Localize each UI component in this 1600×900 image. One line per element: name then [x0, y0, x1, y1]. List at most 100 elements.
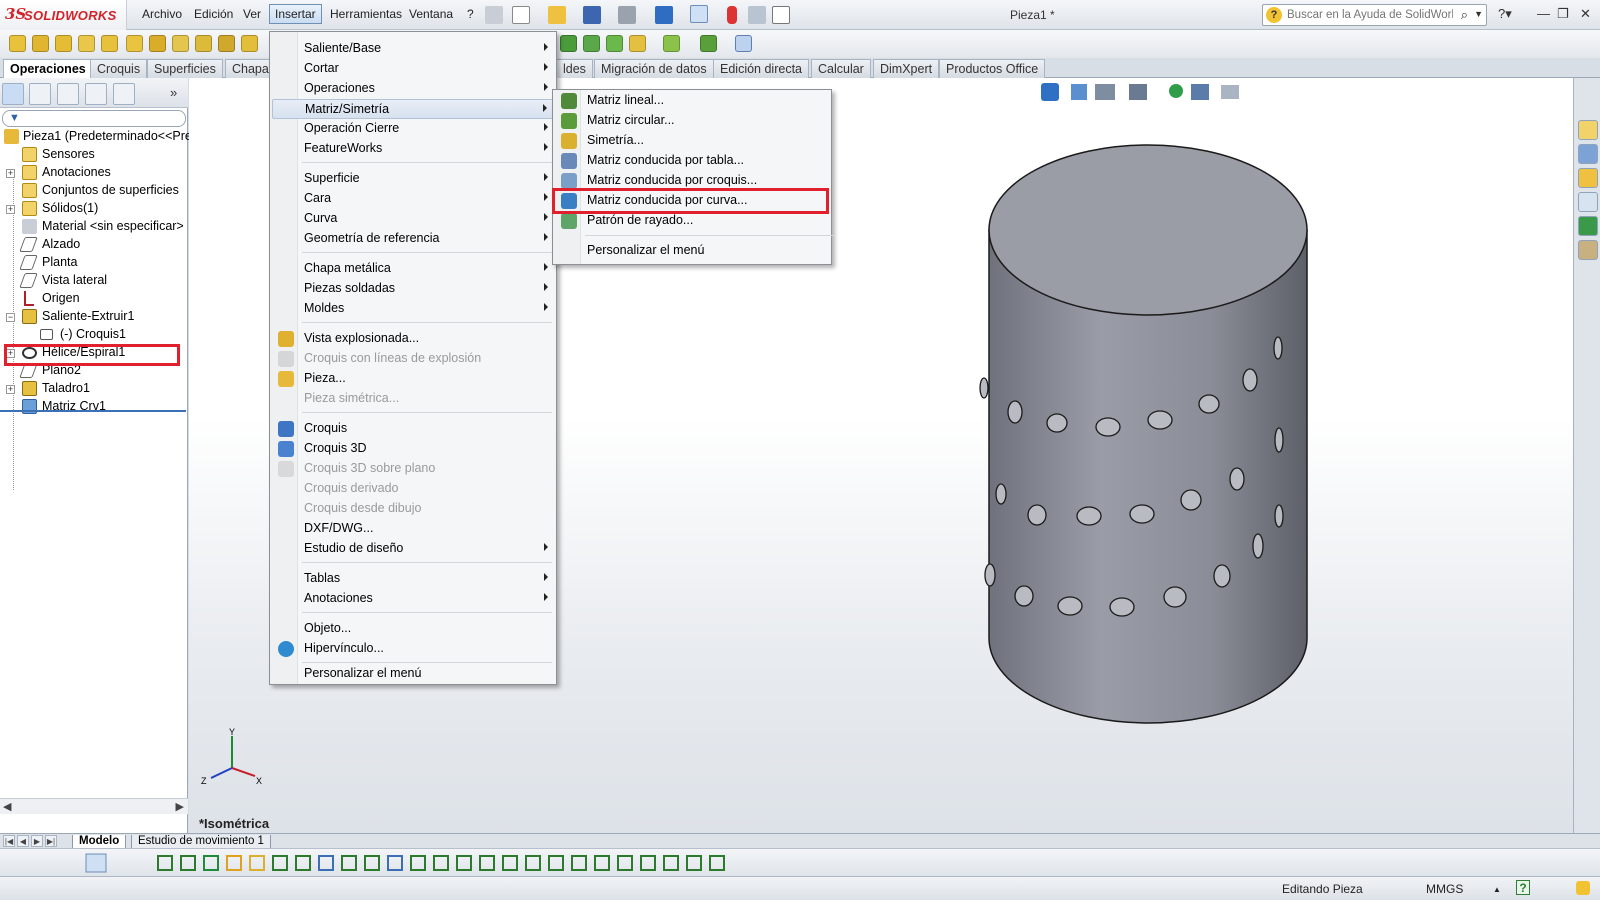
submenu-item-patron-rayado[interactable]: Patrón de rayado...: [555, 211, 829, 231]
revolved-cut-icon[interactable]: [172, 35, 189, 52]
tab-calcular[interactable]: Calcular: [811, 59, 871, 78]
fillet-icon[interactable]: [560, 35, 577, 52]
menu-item-operacion-cierre[interactable]: Operación Cierre: [272, 119, 554, 139]
scroll-right-icon[interactable]: ▶: [176, 800, 184, 813]
menu-item-anotaciones[interactable]: Anotaciones: [272, 589, 554, 609]
save-icon[interactable]: [583, 6, 601, 24]
print-icon[interactable]: [618, 6, 636, 24]
property-manager-tab-icon[interactable]: [29, 83, 51, 105]
magnifier-icon[interactable]: ⌕: [1461, 7, 1468, 23]
submenu-item-simetria[interactable]: Simetría...: [555, 131, 829, 151]
pin-icon[interactable]: [485, 6, 503, 24]
options-icon[interactable]: [748, 6, 766, 24]
expand-toggle[interactable]: +: [6, 385, 15, 394]
menu-item-geometria-referencia[interactable]: Geometría de referencia: [272, 229, 554, 249]
help-search-input[interactable]: [1285, 7, 1455, 23]
tab-superficies[interactable]: Superficies: [147, 59, 223, 78]
units-arrow-icon[interactable]: ▲: [1493, 885, 1501, 894]
notification-icon[interactable]: [1576, 881, 1590, 895]
lofted-boss-icon[interactable]: [78, 35, 95, 52]
menu-item-cara[interactable]: Cara: [272, 189, 554, 209]
menu-item-croquis-3d[interactable]: Croquis 3D: [272, 439, 554, 459]
submenu-item-matriz-lineal[interactable]: Matriz lineal...: [555, 91, 829, 111]
help-search-box[interactable]: ? ⌕ ▼: [1262, 4, 1487, 26]
traffic-light-icon[interactable]: [727, 6, 737, 24]
menu-item-featureworks[interactable]: FeatureWorks: [272, 139, 554, 159]
expand-toggle[interactable]: +: [6, 169, 15, 178]
undo-icon[interactable]: [655, 6, 673, 24]
prev-tab-icon[interactable]: ◀: [17, 835, 29, 847]
menu-item-pieza[interactable]: Pieza...: [272, 369, 554, 389]
close-icon[interactable]: ✕: [1580, 6, 1591, 22]
expand-panel-icon[interactable]: »: [170, 85, 177, 100]
solidworks-logo[interactable]: 3S SOLIDWORKS: [0, 0, 127, 30]
select-arrow-icon[interactable]: [690, 5, 708, 23]
scroll-left-icon[interactable]: ◀: [3, 800, 11, 813]
boundary-boss-icon[interactable]: [101, 35, 118, 52]
rib-icon[interactable]: [606, 35, 623, 52]
restore-icon[interactable]: ❐: [1557, 6, 1569, 22]
minimize-icon[interactable]: —: [1537, 6, 1550, 21]
tab-dimxpert[interactable]: DimXpert: [873, 59, 940, 78]
submenu-item-matriz-tabla[interactable]: Matriz conducida por tabla...: [555, 151, 829, 171]
display-manager-tab-icon[interactable]: [113, 83, 135, 105]
tab-estudio-movimiento[interactable]: Estudio de movimiento 1: [131, 835, 271, 849]
menu-item-estudio-diseno[interactable]: Estudio de diseño: [272, 539, 554, 559]
menu-edicion[interactable]: Edición: [191, 7, 236, 21]
revolved-boss-icon[interactable]: [32, 35, 49, 52]
menu-insertar[interactable]: Insertar: [269, 4, 322, 24]
tab-operaciones[interactable]: Operaciones: [3, 59, 93, 79]
tab-croquis[interactable]: Croquis: [90, 59, 148, 78]
units-display[interactable]: MMGS: [1426, 882, 1463, 896]
swept-boss-icon[interactable]: [55, 35, 72, 52]
hole-wizard-icon[interactable]: [149, 35, 166, 52]
tab-moldes[interactable]: ldes: [556, 59, 593, 78]
configuration-manager-tab-icon[interactable]: [57, 83, 79, 105]
chamfer-icon[interactable]: [583, 35, 600, 52]
last-tab-icon[interactable]: ▶|: [45, 835, 57, 847]
help-status-icon[interactable]: ?: [1516, 880, 1530, 895]
menu-ventana[interactable]: Ventana: [406, 7, 456, 21]
reference-geometry-icon[interactable]: [663, 35, 680, 52]
menu-item-personalizar[interactable]: Personalizar el menú: [272, 662, 554, 682]
menu-item-moldes[interactable]: Moldes: [272, 299, 554, 319]
menu-herramientas[interactable]: Herramientas: [327, 7, 405, 21]
menu-help[interactable]: ?: [464, 7, 477, 21]
lofted-cut-icon[interactable]: [218, 35, 235, 52]
menu-item-objeto[interactable]: Objeto...: [272, 619, 554, 639]
tree-horizontal-scrollbar[interactable]: ◀ ▶: [0, 798, 188, 814]
extruded-cut-icon[interactable]: [126, 35, 143, 52]
instant3d-icon[interactable]: [735, 35, 752, 52]
menu-archivo[interactable]: Archivo: [139, 7, 185, 21]
menu-item-operaciones[interactable]: Operaciones: [272, 79, 554, 99]
menu-item-hipervinculo[interactable]: Hipervínculo...: [272, 639, 554, 659]
dimxpert-manager-tab-icon[interactable]: [85, 83, 107, 105]
solidworks-resources-icon[interactable]: [1578, 120, 1598, 140]
next-tab-icon[interactable]: ▶: [31, 835, 43, 847]
submenu-item-personalizar[interactable]: Personalizar el menú: [555, 241, 829, 261]
menu-item-matriz-simetria[interactable]: Matriz/Simetría: [272, 99, 554, 119]
rollback-bar[interactable]: [0, 410, 186, 412]
sketch-tools-icons[interactable]: [0, 849, 760, 877]
feature-tree-tab-icon[interactable]: [2, 83, 24, 105]
file-properties-icon[interactable]: [772, 6, 790, 24]
appearances-icon[interactable]: [1578, 216, 1598, 236]
boundary-cut-icon[interactable]: [241, 35, 258, 52]
swept-cut-icon[interactable]: [195, 35, 212, 52]
tab-modelo[interactable]: Modelo: [72, 835, 127, 849]
collapse-toggle[interactable]: −: [6, 313, 15, 322]
menu-item-vista-explosionada[interactable]: Vista explosionada...: [272, 329, 554, 349]
menu-item-superficie[interactable]: Superficie: [272, 169, 554, 189]
menu-item-piezas-soldadas[interactable]: Piezas soldadas: [272, 279, 554, 299]
curves-icon[interactable]: [700, 35, 717, 52]
shell-icon[interactable]: [629, 35, 646, 52]
open-folder-icon[interactable]: [548, 6, 566, 24]
expand-toggle[interactable]: +: [6, 205, 15, 214]
menu-item-tablas[interactable]: Tablas: [272, 569, 554, 589]
menu-item-chapa-metalica[interactable]: Chapa metálica: [272, 259, 554, 279]
tree-filter[interactable]: ▼: [2, 110, 186, 127]
menu-item-dxf-dwg[interactable]: DXF/DWG...: [272, 519, 554, 539]
first-tab-icon[interactable]: |◀: [3, 835, 15, 847]
menu-item-cortar[interactable]: Cortar: [272, 59, 554, 79]
view-palette-icon[interactable]: [1578, 192, 1598, 212]
